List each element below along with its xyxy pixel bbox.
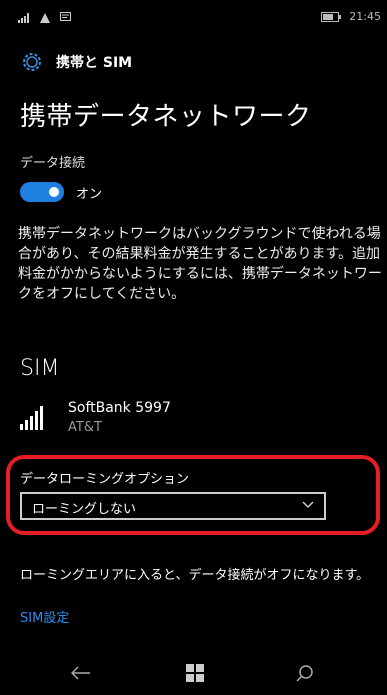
clock: 21:45 [349,10,381,23]
data-connection-toggle[interactable] [20,182,64,202]
message-icon [60,12,71,21]
sim-section-title: SIM [20,356,60,381]
status-bar: 21:45 [0,0,387,34]
roaming-dropdown[interactable]: ローミングしない [20,492,326,520]
status-right: 21:45 [321,10,381,23]
settings-header: 携帯と SIM [0,44,387,80]
gear-icon [23,53,41,71]
sim-settings-link[interactable]: SIM設定 [20,607,69,626]
toggle-knob [49,187,59,197]
wifi-icon [40,12,50,23]
search-button[interactable] [290,658,320,688]
signal-strength-icon [20,406,43,430]
description-text: 携帯データネットワークはバックグラウンドで使われる場合があり、その結果料金が発生… [18,226,382,302]
data-connection-label: データ接続 [20,156,86,171]
sim-item[interactable]: SoftBank 5997 AT&T [20,398,360,442]
header-title: 携帯と SIM [56,55,133,71]
back-arrow-icon [71,666,90,680]
roaming-selected-value: ローミングしない [32,502,137,517]
navigation-bar [0,650,387,695]
sim-network-name: AT&T [68,420,102,435]
signal-icon [18,12,29,23]
page-title: 携帯データネットワーク [20,102,312,132]
toggle-state-label: オン [76,187,103,202]
windows-logo-icon [186,664,204,682]
battery-icon [321,11,342,22]
status-left-icons [18,12,71,23]
sim-carrier-name: SoftBank 5997 [68,400,171,416]
back-button[interactable] [66,658,96,688]
roaming-option-label: データローミングオプション [20,472,190,487]
roaming-note: ローミングエリアに入ると、データ接続がオフになります。 [20,568,370,583]
search-icon [296,665,313,682]
chevron-down-icon [302,501,314,509]
start-button[interactable] [180,658,210,688]
